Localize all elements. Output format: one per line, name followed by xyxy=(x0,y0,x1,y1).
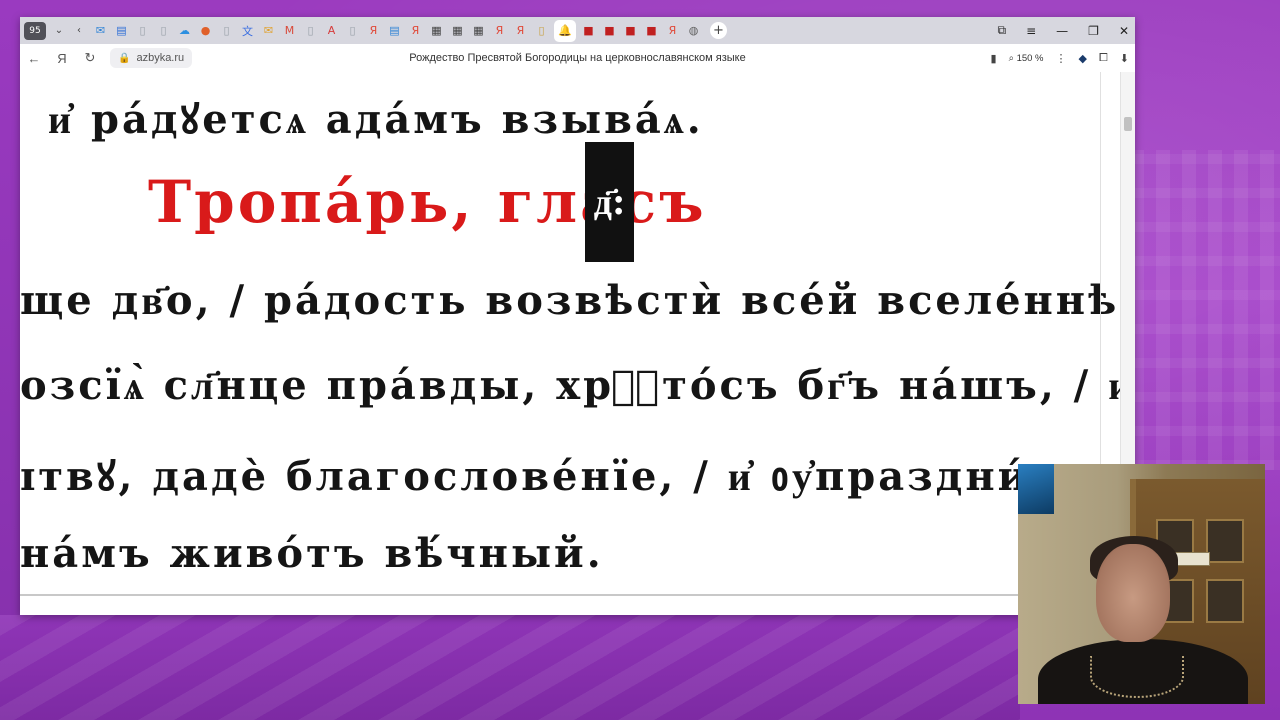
url-host: azbyka.ru xyxy=(136,52,185,64)
window-controls: ⧉ ≡ — ❐ ✕ xyxy=(998,17,1129,44)
new-tab-button[interactable]: + xyxy=(710,22,727,39)
background-buildings xyxy=(1130,150,1280,470)
scrollbar-thumb[interactable] xyxy=(1124,117,1132,131)
page-icon[interactable]: ▯ xyxy=(533,22,550,39)
red-square-icon[interactable]: ■ xyxy=(601,22,618,39)
tab-strip: ✉ ▤ ▯ ▯ ☁ ● ▯ 文 ✉ M ▯ A ▯ Я ▤ Я ▦ ▦ ▦ Я Я ▯ 🔔 ■ ■ ■ ■ Я ◍ + xyxy=(92,19,727,42)
reload-icon[interactable]: ↻ xyxy=(76,50,104,66)
bell-icon[interactable]: 🔔 xyxy=(554,19,576,42)
red-square-icon[interactable]: ■ xyxy=(622,22,639,39)
tab-counter-badge[interactable]: 95 xyxy=(24,21,46,40)
calendar-icon[interactable]: ▦ xyxy=(449,22,466,39)
webcam-monitor xyxy=(1018,464,1054,514)
minimize-icon[interactable]: — xyxy=(1056,24,1068,38)
download-icon[interactable]: ⬇ xyxy=(1120,52,1129,65)
page-icon[interactable]: ▯ xyxy=(302,22,319,39)
yandex-icon[interactable]: Я xyxy=(664,22,681,39)
restore-icon[interactable]: ❐ xyxy=(1088,24,1099,38)
chevron-left-icon[interactable]: ‹ xyxy=(72,25,86,36)
page-icon[interactable]: ▯ xyxy=(218,22,235,39)
pdf-icon[interactable]: A xyxy=(323,22,340,39)
translate-icon[interactable]: 文 xyxy=(239,22,256,39)
bookmark-icon[interactable]: ▮ xyxy=(991,52,997,65)
address-bar: ← Я ↻ 🔒 azbyka.ru Рождество Пресвятой Бо… xyxy=(20,44,1135,73)
doc-icon[interactable]: ▤ xyxy=(386,22,403,39)
globe-icon[interactable]: ◍ xyxy=(685,22,702,39)
cloud-icon[interactable]: ☁ xyxy=(176,22,193,39)
doc-icon[interactable]: ▤ xyxy=(113,22,130,39)
text-line-6: на́мъ живо́тъ вѣ́чный. xyxy=(20,530,604,577)
lock-icon: 🔒 xyxy=(118,52,131,64)
calendar-icon[interactable]: ▦ xyxy=(470,22,487,39)
text-line-5: ɪтвꙋ, дадѐ благослове́нїе, / и҆ ᲂу҆празд… xyxy=(20,453,1095,500)
close-icon[interactable]: ✕ xyxy=(1119,24,1129,38)
yandex-icon[interactable]: Я xyxy=(365,22,382,39)
calendar-icon[interactable]: ▦ xyxy=(428,22,445,39)
zoom-level: 150 % xyxy=(1016,52,1044,64)
tabs-icon[interactable]: ⧉ xyxy=(998,23,1007,38)
zoom-indicator[interactable]: ⌕ 150 % xyxy=(1009,53,1044,64)
menu-icon[interactable]: ≡ xyxy=(1026,24,1036,38)
magnifier-icon: ⌕ xyxy=(1008,52,1014,64)
page-icon[interactable]: ▯ xyxy=(155,22,172,39)
chevron-down-icon[interactable]: ⌄ xyxy=(52,25,66,36)
back-arrow-icon[interactable]: ← xyxy=(20,51,48,66)
yandex-icon[interactable]: Я xyxy=(48,51,76,66)
tab-bar: 95 ⌄ ‹ ✉ ▤ ▯ ▯ ☁ ● ▯ 文 ✉ M ▯ A ▯ Я ▤ Я ▦ ▦ ▦ Я Я ▯ 🔔 ■ ■ ■ ■ Я ◍ + ⧉ … xyxy=(20,17,1135,44)
text-line-4: озсїѧ̀ сл҃нце пра́вды, хрⷭ҇то́съ бг҃ъ на… xyxy=(20,362,1135,409)
mail-icon[interactable]: ✉ xyxy=(92,22,109,39)
page-content: и҆ ра́дꙋетсѧ ада́мъ взыва́ѧ. Тропа́рь, г… xyxy=(20,72,1135,615)
yandex-icon[interactable]: Я xyxy=(512,22,529,39)
yandex-icon[interactable]: Я xyxy=(407,22,424,39)
extension-icon[interactable]: ◆ xyxy=(1079,52,1087,65)
browser-window: 95 ⌄ ‹ ✉ ▤ ▯ ▯ ☁ ● ▯ 文 ✉ M ▯ A ▯ Я ▤ Я ▦ ▦ ▦ Я Я ▯ 🔔 ■ ■ ■ ■ Я ◍ + ⧉ … xyxy=(20,17,1135,615)
page-icon[interactable]: ▯ xyxy=(134,22,151,39)
yandex-icon[interactable]: Я xyxy=(491,22,508,39)
desktop-background xyxy=(0,0,20,720)
webcam-person-head xyxy=(1096,544,1170,642)
mail-icon[interactable]: ✉ xyxy=(260,22,277,39)
firefox-icon[interactable]: ● xyxy=(197,22,214,39)
divider xyxy=(20,594,1020,596)
url-field[interactable]: 🔒 azbyka.ru xyxy=(110,48,193,68)
webcam-overlay xyxy=(1018,464,1265,704)
text-line-3: ще дв҃о, / ра́дость возвѣстѝ все́й вселе… xyxy=(20,277,1135,324)
webcam-chain xyxy=(1090,656,1184,698)
puzzle-icon[interactable]: ⧠ xyxy=(1099,52,1108,65)
text-line-1: и҆ ра́дꙋетсѧ ада́мъ взыва́ѧ. xyxy=(48,96,704,143)
page-icon[interactable]: ▯ xyxy=(344,22,361,39)
red-square-icon[interactable]: ■ xyxy=(643,22,660,39)
tone-number-highlight[interactable]: д҃: xyxy=(585,142,634,262)
more-options-icon[interactable]: ⋮ xyxy=(1056,52,1067,65)
background-roofs xyxy=(0,615,1020,720)
gmail-icon[interactable]: M xyxy=(281,22,298,39)
red-square-icon[interactable]: ■ xyxy=(580,22,597,39)
